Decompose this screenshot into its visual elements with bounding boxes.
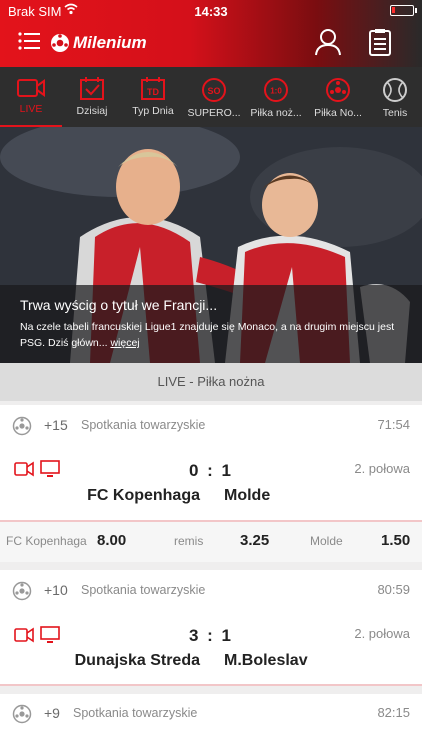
- category-label: Piłka noż...: [250, 107, 302, 119]
- section-title: LIVE - Piłka nożna: [0, 363, 422, 401]
- match-card[interactable]: +9 Spotkania towarzyskie 82:15: [0, 694, 422, 750]
- soccer-ball-icon: [12, 416, 32, 436]
- league-label: Spotkania towarzyskie: [81, 583, 206, 597]
- more-bets-count[interactable]: +10: [44, 582, 68, 598]
- tennis-ball-icon: [383, 78, 407, 102]
- odds-row: FC Kopenhaga 8.00 remis 3.25 Molde 1.50: [0, 522, 422, 562]
- more-bets-count[interactable]: +15: [44, 417, 68, 433]
- one-zero-badge-icon: 1:0: [264, 78, 288, 102]
- category-pilka-nozna-2[interactable]: Piłka No...: [308, 67, 368, 127]
- user-icon[interactable]: [315, 28, 341, 61]
- category-label: Dzisiaj: [76, 105, 108, 117]
- calendar-check-icon: [80, 77, 104, 100]
- battery-icon: [390, 5, 417, 16]
- score-home: 0: [188, 461, 201, 480]
- category-dzisiaj[interactable]: Dzisiaj: [62, 67, 122, 127]
- category-label: LIVE: [19, 103, 43, 115]
- clock-label: 14:33: [194, 4, 228, 19]
- match-card[interactable]: +15 Spotkania towarzyskie 71:54 0 : 1 2.…: [0, 405, 422, 522]
- card-divider: [0, 684, 422, 686]
- match-score: 0 : 1: [188, 461, 234, 480]
- league-label: Spotkania towarzyskie: [73, 706, 198, 720]
- category-bar: LIVE Dzisiaj TD Typ Dnia SO SUPERO... 1:…: [0, 67, 422, 127]
- more-bets-count[interactable]: +9: [44, 705, 60, 721]
- app-header: Brak SIM 14:33 Milenium: [0, 0, 422, 67]
- category-label: SUPERO...: [187, 107, 241, 119]
- calendar-td-icon: TD: [141, 77, 165, 100]
- category-label: Typ Dnia: [132, 105, 174, 117]
- away-team: Molde: [224, 487, 271, 504]
- news-description: Na czele tabeli francuskiej Ligue1 znajd…: [20, 319, 415, 351]
- news-description-text: Na czele tabeli francuskiej Ligue1 znajd…: [20, 321, 395, 349]
- menu-list-icon[interactable]: [18, 32, 40, 50]
- category-pilka-nozna-1[interactable]: 1:0 Piłka noż...: [244, 67, 308, 127]
- soccer-ball-icon: [12, 581, 32, 601]
- status-bar: Brak SIM 14:33: [0, 0, 422, 22]
- odds-home-label[interactable]: FC Kopenhaga: [6, 534, 87, 548]
- league-label: Spotkania towarzyskie: [81, 418, 206, 432]
- so-badge-icon: SO: [202, 78, 226, 102]
- read-more-link[interactable]: więcej: [110, 337, 139, 349]
- score-away: 1: [221, 626, 234, 645]
- category-superoferta[interactable]: SO SUPERO...: [184, 67, 244, 127]
- match-period: 2. połowa: [354, 461, 410, 476]
- away-team: M.Boleslav: [224, 652, 308, 669]
- video-camera-icon: [17, 79, 45, 97]
- svg-text:SO: SO: [207, 86, 220, 96]
- match-clock: 71:54: [377, 417, 410, 432]
- odds-home-value[interactable]: 8.00: [97, 532, 126, 549]
- logo[interactable]: Milenium: [50, 31, 147, 55]
- logo-ball-icon: [51, 34, 69, 52]
- match-score: 3 : 1: [188, 626, 234, 645]
- svg-text:1:0: 1:0: [270, 87, 282, 96]
- category-typ-dnia[interactable]: TD Typ Dnia: [122, 67, 184, 127]
- soccer-ball-icon: [12, 704, 32, 724]
- video-camera-icon[interactable]: [14, 627, 34, 643]
- match-period: 2. połowa: [354, 626, 410, 641]
- match-card[interactable]: +10 Spotkania towarzyskie 80:59 3 : 1 2.…: [0, 570, 422, 686]
- category-label: Tenis: [382, 107, 408, 119]
- tv-monitor-icon[interactable]: [40, 460, 60, 478]
- home-team: Dunajska Streda: [74, 652, 200, 669]
- match-clock: 82:15: [377, 705, 410, 720]
- category-tenis[interactable]: Tenis: [368, 67, 422, 127]
- video-camera-icon[interactable]: [14, 461, 34, 477]
- category-live[interactable]: LIVE: [0, 67, 62, 127]
- bet-slip-icon[interactable]: [369, 28, 391, 61]
- home-team: FC Kopenhaga: [87, 487, 200, 504]
- odds-draw-value[interactable]: 3.25: [240, 532, 269, 549]
- score-away: 1: [221, 461, 234, 480]
- score-home: 3: [188, 626, 201, 645]
- odds-away-value[interactable]: 1.50: [381, 532, 410, 549]
- match-clock: 80:59: [377, 582, 410, 597]
- svg-text:TD: TD: [147, 87, 159, 97]
- category-label: Piłka No...: [314, 107, 362, 119]
- news-banner[interactable]: Trwa wyścig o tytuł we Francji... Na cze…: [0, 127, 422, 363]
- odds-away-label[interactable]: Molde: [310, 534, 343, 548]
- logo-text: Milenium: [73, 33, 147, 52]
- news-headline: Trwa wyścig o tytuł we Francji...: [20, 297, 218, 313]
- tv-monitor-icon[interactable]: [40, 626, 60, 644]
- soccer-ball-icon: [326, 78, 350, 102]
- odds-draw-label[interactable]: remis: [174, 534, 203, 548]
